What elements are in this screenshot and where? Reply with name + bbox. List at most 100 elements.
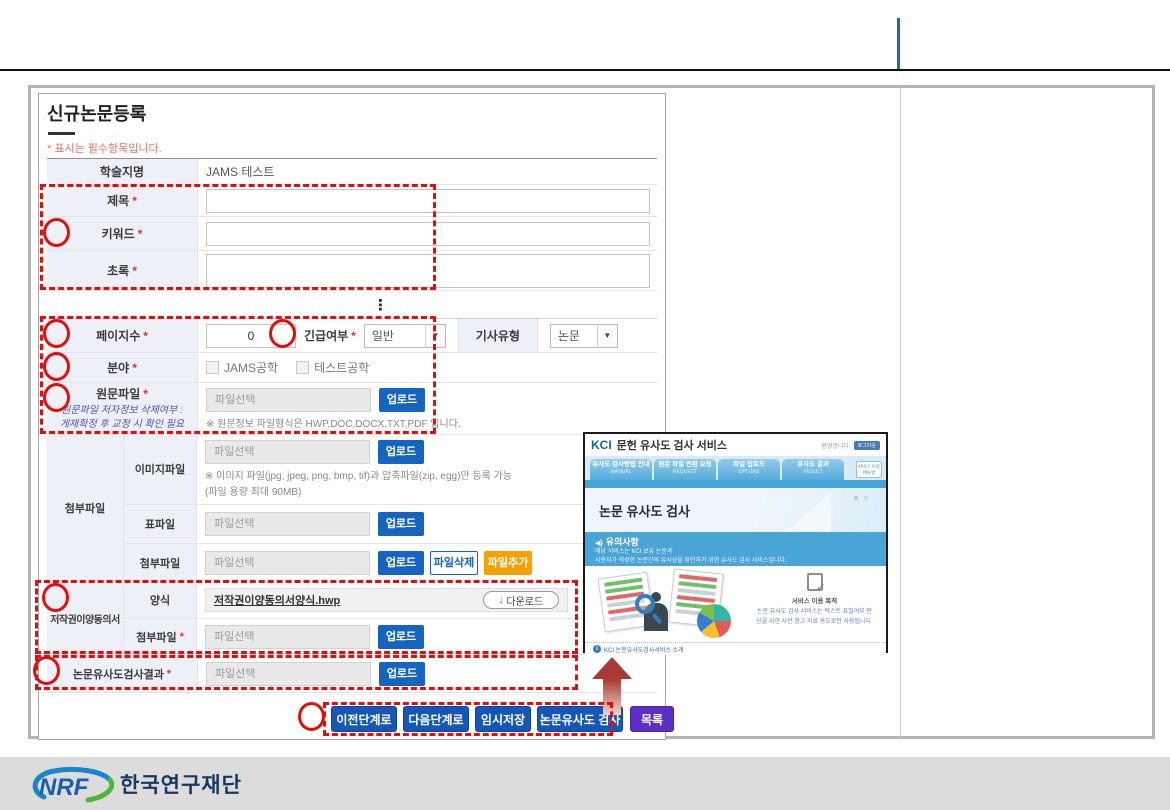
- table-row-field: 분야* JAMS공학 테스트공학: [47, 353, 657, 383]
- table-file-label: 표파일: [124, 505, 197, 544]
- similarity-result-label: 논문유사도검사결과*: [47, 655, 198, 692]
- omitted-rows-gap: ⋮: [47, 291, 657, 319]
- field-label: 분야*: [47, 353, 198, 382]
- chevron-down-icon: ▼: [597, 325, 617, 347]
- nrf-logo-swoosh: NRF: [28, 761, 116, 807]
- similarity-file-input[interactable]: 파일선택: [206, 662, 371, 686]
- table-file-upload-button[interactable]: 업로드: [378, 512, 424, 536]
- kci-welcome-text: 환영합니다.: [821, 441, 850, 450]
- field-option-jams: JAMS공학: [224, 359, 278, 376]
- attach-file-label: 첨부파일: [124, 544, 197, 581]
- fulltext-file-input[interactable]: 파일선택: [206, 388, 371, 412]
- list-button[interactable]: 목록: [630, 706, 674, 732]
- page-title: 신규논문등록: [47, 100, 146, 126]
- required-note: * 표시는 필수항목입니다.: [47, 140, 162, 156]
- kci-hero-dot: [864, 496, 868, 500]
- table-row-pages: 페이지수* 긴급여부* 일반 ▼ 기사유형 논문: [47, 319, 657, 353]
- attachments-group: 첨부파일 이미지파일 파일선택 업로드 ※ 이미지 파일(jpg, jpeg, …: [47, 435, 657, 582]
- kci-purpose-title: 서비스 이용 목적: [743, 595, 886, 605]
- nrf-logo: NRF 한국연구재단: [28, 761, 242, 807]
- kci-hero: 논문 유사도 검사: [585, 488, 886, 532]
- table-row-keyword: 키워드*: [47, 217, 657, 251]
- next-step-button[interactable]: 다음단계로: [403, 706, 469, 732]
- kci-hero-decoration: [786, 492, 831, 532]
- fulltext-format-note: ※ 원문정보 파일형식은 HWP,DOC,DOCX,TXT,PDF 입니다.: [206, 415, 461, 430]
- kci-logout-button: 로그아웃: [854, 441, 880, 450]
- fulltext-label: 원문파일* 원문파일 저자정보 삭제여부 : 게재확정 후 교정 시 확인 필요: [47, 383, 198, 434]
- keyword-label: 키워드*: [47, 217, 198, 250]
- article-type-label: 기사유형: [458, 319, 538, 352]
- kci-service-title: 문헌 유사도 검사 서비스: [617, 437, 727, 453]
- kci-tab-upload: 파일 업로드UPLOAD: [718, 459, 780, 480]
- copyright-download-button[interactable]: ↓ 다운로드: [483, 591, 559, 609]
- table-row-copyright-form: 양식 저작권이양동의서양식.hwp ↓ 다운로드: [124, 582, 657, 619]
- prev-step-button[interactable]: 이전단계로: [331, 706, 397, 732]
- table-row-journal: 학술지명 JAMS 테스트: [47, 159, 657, 185]
- article-type-select[interactable]: 논문 ▼: [550, 324, 618, 348]
- kci-tab-request: 원문 파일 변환 요청REQUEST: [654, 459, 716, 480]
- abstract-textarea[interactable]: [206, 254, 650, 288]
- copyright-form-file-link[interactable]: 저작권이양동의서양식.hwp: [214, 592, 340, 608]
- table-row-table-file: 표파일 파일선택 업로드: [124, 505, 657, 545]
- kci-footer: i KCI 논문유사도검사서비스 소개: [585, 642, 886, 655]
- image-upload-button[interactable]: 업로드: [378, 440, 424, 464]
- image-file-label: 이미지파일: [124, 435, 197, 504]
- journal-name-value: JAMS 테스트: [198, 159, 657, 184]
- journal-name-label: 학술지명: [47, 159, 198, 184]
- table-row-similarity-result: 논문유사도검사결과* 파일선택 업로드: [47, 655, 657, 693]
- kci-header: KCI 문헌 유사도 검사 서비스 환영합니다. 로그아웃: [585, 434, 886, 456]
- similarity-upload-button[interactable]: 업로드: [379, 662, 425, 686]
- copyright-group: 저작권이양동의서 양식 저작권이양동의서양식.hwp ↓ 다운로드: [47, 582, 657, 655]
- top-accent-line: [897, 18, 900, 70]
- screen: 신규논문등록 * 표시는 필수항목입니다. 학술지명 JAMS 테스트 제목*: [0, 0, 1170, 810]
- svg-text:NRF: NRF: [39, 774, 90, 801]
- temp-save-button[interactable]: 임시저장: [475, 706, 531, 732]
- table-row-title: 제목*: [47, 185, 657, 217]
- field-checkbox-jams[interactable]: [206, 361, 219, 374]
- fulltext-upload-button[interactable]: 업로드: [379, 388, 425, 412]
- pages-input[interactable]: [206, 324, 296, 348]
- table-file-input[interactable]: 파일선택: [205, 512, 370, 536]
- header-divider: [0, 69, 1170, 71]
- table-row-abstract: 초록*: [47, 251, 657, 291]
- kci-purpose-box: ✓ 서비스 이용 목적 논문 유사도 검사 서비스는 텍스트 표절여부 판단을 …: [743, 566, 886, 642]
- field-option-test: 테스트공학: [314, 359, 369, 376]
- table-row-copyright-attach: 첨부파일* 파일선택 업로드: [124, 619, 657, 654]
- org-name: 한국연구재단: [120, 769, 242, 799]
- annotation-arrow-up: [592, 657, 632, 715]
- attach-upload-button[interactable]: 업로드: [378, 551, 424, 575]
- copyright-attach-input[interactable]: 파일선택: [205, 625, 370, 649]
- info-icon: i: [593, 645, 601, 653]
- attach-add-button[interactable]: 파일추가: [484, 551, 532, 575]
- kci-hero-dot: [854, 496, 858, 500]
- copyright-upload-button[interactable]: 업로드: [378, 625, 424, 649]
- chevron-down-icon: ▼: [425, 325, 445, 347]
- copyright-form-label: 양식: [124, 582, 197, 618]
- page-footer: NRF 한국연구재단: [0, 757, 1170, 810]
- kci-illustration: [585, 566, 743, 642]
- new-paper-form-panel: 신규논문등록 * 표시는 필수항목입니다. 학술지명 JAMS 테스트 제목*: [38, 93, 666, 740]
- image-file-note-2: (파일 용량 최대 90MB): [205, 483, 301, 498]
- kci-notice-line-1: 해당 서비스는 KCI 보유 논문과: [595, 548, 876, 557]
- attach-delete-button[interactable]: 파일삭제: [430, 551, 478, 575]
- attachments-group-label: 첨부파일: [47, 435, 124, 581]
- pages-label: 페이지수*: [47, 319, 198, 352]
- copyright-form-bar: 저작권이양동의서양식.hwp ↓ 다운로드: [205, 588, 568, 612]
- field-checkbox-test[interactable]: [296, 361, 309, 374]
- keyword-input[interactable]: [206, 222, 650, 246]
- attach-file-input[interactable]: 파일선택: [205, 551, 370, 575]
- kci-footer-link: KCI 논문유사도검사서비스 소개: [604, 645, 684, 654]
- urgency-select[interactable]: 일반 ▼: [364, 324, 446, 348]
- kci-content: ✓ 서비스 이용 목적 논문 유사도 검사 서비스는 텍스트 표절여부 판단을 …: [585, 566, 886, 642]
- ellipsis-indicator: ⋮: [373, 296, 389, 314]
- title-input[interactable]: [206, 189, 650, 213]
- table-row-fulltext: 원문파일* 원문파일 저자정보 삭제여부 : 게재확정 후 교정 시 확인 필요…: [47, 383, 657, 435]
- speaker-icon: ◀): [595, 540, 603, 547]
- image-file-input[interactable]: 파일선택: [205, 440, 370, 464]
- kci-notice-line-2: 사용자가 작성한 논문간의 유사성을 확인하기 위한 유사도 검사 서비스입니다…: [595, 557, 876, 566]
- kci-notice-band: ◀)유의사항 해당 서비스는 KCI 보유 논문과 사용자가 작성한 논문간의 …: [585, 532, 886, 566]
- document-check-icon: ✓: [807, 573, 823, 591]
- fulltext-note-1: 원문파일 저자정보 삭제여부 :: [61, 404, 183, 418]
- table-row-attach-file: 첨부파일 파일선택 업로드 파일삭제 파일추가: [124, 544, 657, 581]
- abstract-label: 초록*: [47, 251, 198, 290]
